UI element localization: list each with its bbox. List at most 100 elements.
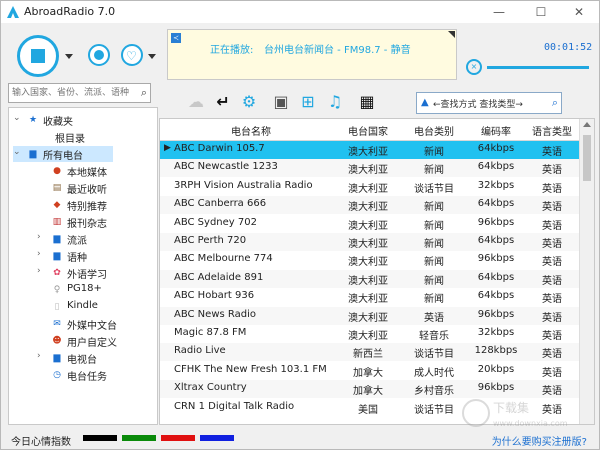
return-icon[interactable]: ↵ xyxy=(211,90,235,114)
expand-icon[interactable]: › xyxy=(37,266,47,276)
search-mode-magnifier-icon[interactable]: ⌕ xyxy=(552,96,558,110)
table-row[interactable]: ABC Canberra 666 澳大利亚 新闻 64kbps 英语 xyxy=(160,196,580,215)
recent-icon: ▤ xyxy=(52,183,62,193)
record-icon xyxy=(94,50,104,60)
expand-icon[interactable]: › xyxy=(37,249,47,259)
tree-item-label: Kindle xyxy=(67,300,98,311)
table-row[interactable]: ABC Adelaide 891 澳大利亚 新闻 64kbps 英语 xyxy=(160,269,580,288)
favorite-dropdown-icon[interactable] xyxy=(148,54,156,59)
table-row[interactable]: ABC Newcastle 1233 澳大利亚 新闻 64kbps 英语 xyxy=(160,159,580,178)
windows-icon[interactable]: ⊞ xyxy=(296,90,320,114)
column-header-name[interactable]: 电台名称 xyxy=(176,123,326,138)
mood-swatch-blue[interactable] xyxy=(200,435,234,441)
table-cell: 新闻 xyxy=(424,257,444,269)
collapse-icon[interactable]: ⌄ xyxy=(13,113,23,123)
tree-item-label: 外媒中文台 xyxy=(67,321,117,332)
expand-icon[interactable]: › xyxy=(37,351,47,361)
svg-text:下载集: 下载集 xyxy=(493,400,529,415)
minimize-button[interactable]: — xyxy=(479,1,519,23)
tree-item-favorites[interactable]: ⌄ ★ 收藏夹 xyxy=(13,112,153,128)
table-cell: 英语 xyxy=(542,294,562,306)
table-row[interactable]: ABC Melbourne 774 澳大利亚 新闻 96kbps 英语 xyxy=(160,251,580,269)
tree-item-label: 电视台 xyxy=(67,355,97,366)
category-tree: ⌄ ★ 收藏夹 根目录 ⌄ ▆ 所有电台 ● 本地媒体 ▤ 最近收听 ◆ 特别推… xyxy=(8,107,158,425)
search-mode-text: ←查找方式 查找类型→ xyxy=(433,100,523,110)
expand-icon[interactable]: › xyxy=(37,232,47,242)
tree-item-chinese-foreign-media[interactable]: ✉ 外媒中文台 xyxy=(13,316,153,332)
folder-icon: ▆ xyxy=(53,251,61,261)
table-cell: 新闻 xyxy=(424,220,444,232)
table-cell: 新西兰 xyxy=(353,349,383,361)
stop-dropdown-icon[interactable] xyxy=(65,54,73,59)
table-cell: ABC Canberra 666 xyxy=(174,198,267,210)
favorite-button[interactable]: ♡ xyxy=(121,44,143,66)
table-cell: 轻音乐 xyxy=(419,331,449,342)
mute-icon[interactable]: × xyxy=(466,59,482,75)
tree-item-user-defined[interactable]: ☻ 用户自定义 xyxy=(13,333,153,349)
record-button[interactable] xyxy=(88,44,110,66)
mood-swatch-red[interactable] xyxy=(161,435,195,441)
tree-item-local-media[interactable]: ● 本地媒体 xyxy=(13,163,153,179)
table-row[interactable]: 3RPH Vision Australia Radio 澳大利亚 谈话节目 32kbp… xyxy=(160,178,580,196)
corner-arrow-icon[interactable] xyxy=(448,31,455,38)
search-field[interactable]: ⌕ xyxy=(8,83,151,103)
tree-item-root[interactable]: 根目录 xyxy=(13,129,153,145)
table-cell: 乡村音乐 xyxy=(414,386,454,398)
volume-slider[interactable] xyxy=(487,66,589,69)
tree-item-foreign-language[interactable]: › ✿ 外语学习 xyxy=(13,265,153,281)
tree-item-recommended[interactable]: ◆ 特别推荐 xyxy=(13,197,153,213)
tree-item-tasks[interactable]: ◷ 电台任务 xyxy=(13,367,153,383)
tree-item-pg18[interactable]: ♀ PG18+ xyxy=(13,282,153,298)
app-window: AbroadRadio 7.0 — ☐ ✕ ♡ ≺ 正在播放: 台州电台新闻台 … xyxy=(0,0,600,450)
search-icon[interactable]: ⌕ xyxy=(141,86,147,100)
tree-item-all-stations[interactable]: ⌄ ▆ 所有电台 xyxy=(13,146,113,162)
table-row[interactable]: ABC Perth 720 澳大利亚 新闻 64kbps 英语 xyxy=(160,233,580,251)
table-cell: 英语 xyxy=(542,275,562,287)
tree-item-kindle[interactable]: ▯ Kindle xyxy=(13,299,153,315)
music-icon[interactable]: ♫ xyxy=(323,90,347,114)
column-header-language[interactable]: 语言类型 xyxy=(524,123,580,138)
search-mode-control[interactable]: ▲ ←查找方式 查找类型→ ⌕ xyxy=(416,92,562,114)
table-row[interactable]: Radio Live 新西兰 谈话节目 128kbps 英语 xyxy=(160,343,580,362)
table-row[interactable]: ABC News Radio 澳大利亚 英语 96kbps 英语 xyxy=(160,306,580,325)
table-row[interactable]: ABC Sydney 702 澳大利亚 新闻 96kbps 英语 xyxy=(160,215,580,233)
share-icon[interactable]: ≺ xyxy=(171,33,181,43)
table-row[interactable]: ▶ ABC Darwin 105.7 澳大利亚 新闻 64kbps 英语 xyxy=(160,141,580,159)
stop-button[interactable] xyxy=(17,35,59,77)
tree-item-genre[interactable]: › ▆ 流派 xyxy=(13,231,153,247)
scroll-up-icon[interactable] xyxy=(583,122,591,127)
row-pointer-icon: ▶ xyxy=(164,143,171,153)
table-row[interactable]: CFHK The New Fresh 103.1 FM 加拿大 成人时代 20kbps… xyxy=(160,362,580,380)
mood-swatch-green[interactable] xyxy=(122,435,156,441)
column-header-country[interactable]: 电台国家 xyxy=(336,123,400,138)
now-playing-text: 台州电台新闻台 - FM98.7 - 静音 xyxy=(264,45,411,56)
close-button[interactable]: ✕ xyxy=(559,1,599,23)
search-mode-logo-icon: ▲ xyxy=(421,97,429,108)
column-header-bitrate[interactable]: 编码率 xyxy=(468,123,524,138)
vertical-scrollbar[interactable] xyxy=(579,119,594,424)
table-cell: 美国 xyxy=(358,404,378,416)
computer-icon[interactable]: ▣ xyxy=(269,90,293,114)
mood-swatch-black[interactable] xyxy=(83,435,117,441)
tree-item-recent[interactable]: ▤ 最近收听 xyxy=(13,180,153,196)
collapse-icon[interactable]: ⌄ xyxy=(13,147,23,157)
table-cell: 64kbps xyxy=(477,143,515,154)
scroll-thumb[interactable] xyxy=(583,135,591,181)
table-cell: 新闻 xyxy=(424,147,444,158)
cloud-icon[interactable]: ☁ xyxy=(184,90,208,114)
tree-item-magazines[interactable]: ▥ 报刊杂志 xyxy=(13,214,153,230)
table-cell: 英语 xyxy=(542,147,562,158)
table-cell: 96kbps xyxy=(477,253,515,265)
table-row[interactable]: Magic 87.8 FM 澳大利亚 轻音乐 32kbps 英语 xyxy=(160,325,580,343)
qrcode-icon[interactable]: ▦ xyxy=(355,90,379,114)
tree-item-label: 报刊杂志 xyxy=(67,219,107,230)
tree-item-tv[interactable]: › ▆ 电视台 xyxy=(13,350,153,366)
table-row[interactable]: ABC Hobart 936 澳大利亚 新闻 64kbps 英语 xyxy=(160,288,580,306)
table-cell: ABC Newcastle 1233 xyxy=(174,161,278,173)
register-link[interactable]: 为什么要购买注册版? xyxy=(492,433,587,448)
column-header-category[interactable]: 电台类别 xyxy=(402,123,466,138)
maximize-button[interactable]: ☐ xyxy=(521,1,561,23)
search-input[interactable] xyxy=(12,86,130,100)
settings-icon[interactable]: ⚙ xyxy=(237,90,261,114)
tree-item-language[interactable]: › ▆ 语种 xyxy=(13,248,153,264)
